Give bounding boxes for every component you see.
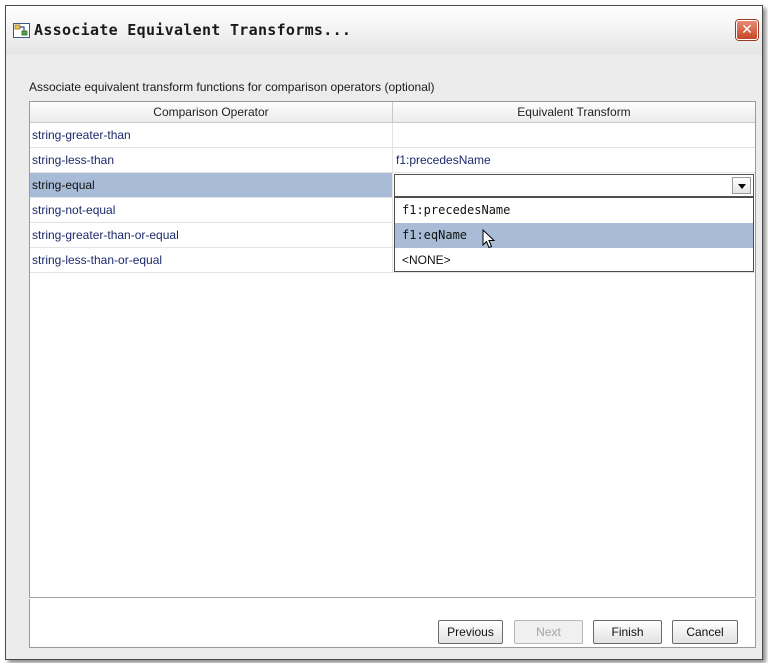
transform-combobox[interactable] (394, 174, 754, 197)
table-row[interactable]: string-greater-than (30, 123, 755, 148)
previous-button[interactable]: Previous (438, 620, 503, 644)
operator-table: Comparison Operator Equivalent Transform… (29, 101, 756, 648)
cancel-button[interactable]: Cancel (672, 620, 738, 644)
button-separator (29, 597, 756, 599)
operator-cell[interactable]: string-less-than-or-equal (30, 248, 393, 273)
finish-button[interactable]: Finish (593, 620, 662, 644)
window-title: Associate Equivalent Transforms... (34, 21, 352, 39)
table-header: Comparison Operator Equivalent Transform (30, 102, 755, 123)
dropdown-option[interactable]: f1:precedesName (395, 198, 753, 223)
mouse-pointer-icon (482, 229, 496, 249)
chevron-down-icon[interactable] (732, 177, 751, 194)
table-row[interactable]: string-less-than f1:precedesName (30, 148, 755, 173)
table-row-selected[interactable]: string-equal (30, 173, 755, 198)
column-header-operator[interactable]: Comparison Operator (30, 102, 393, 123)
operator-cell[interactable]: string-not-equal (30, 198, 393, 223)
app-icon (13, 23, 30, 38)
next-button[interactable]: Next (514, 620, 583, 644)
operator-cell[interactable]: string-greater-than-or-equal (30, 223, 393, 248)
description-label: Associate equivalent transform functions… (29, 80, 435, 94)
transform-dropdown-list: f1:precedesName f1:eqName <NONE> (394, 197, 754, 272)
dialog-window: Associate Equivalent Transforms... ✕ Ass… (5, 5, 763, 660)
transform-cell[interactable] (393, 123, 755, 148)
dropdown-option-label: f1:eqName (402, 228, 468, 242)
title-bar[interactable]: Associate Equivalent Transforms... ✕ (6, 6, 762, 54)
dropdown-option[interactable]: <NONE> (395, 248, 753, 273)
column-header-transform[interactable]: Equivalent Transform (393, 102, 755, 123)
operator-cell[interactable]: string-greater-than (30, 123, 393, 148)
close-icon[interactable]: ✕ (736, 20, 758, 40)
operator-cell[interactable]: string-less-than (30, 148, 393, 173)
operator-cell[interactable]: string-equal (30, 173, 393, 198)
dropdown-option-hovered[interactable]: f1:eqName (395, 223, 753, 249)
transform-cell[interactable]: f1:precedesName (393, 148, 755, 173)
